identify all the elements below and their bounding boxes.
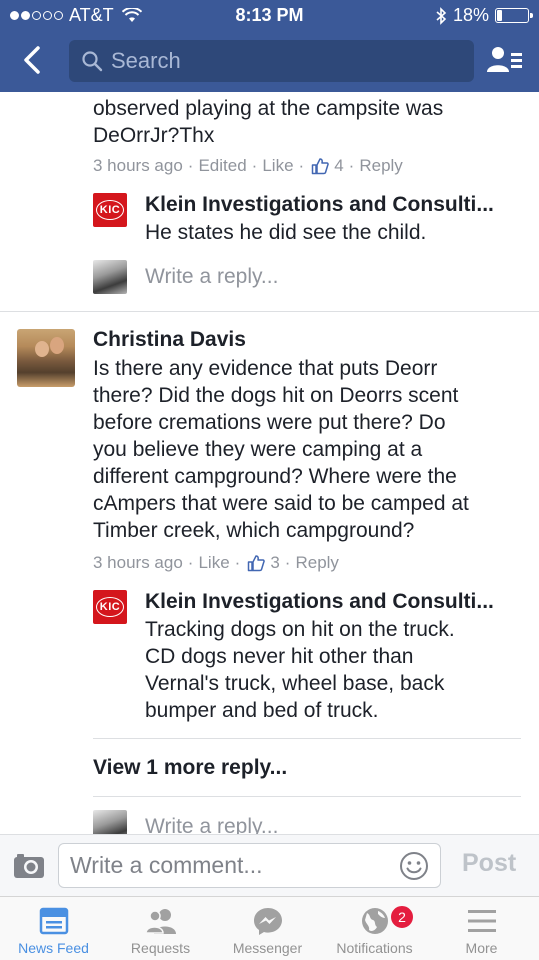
current-user-avatar	[93, 810, 127, 834]
bluetooth-icon	[436, 6, 447, 25]
battery-percent: 18%	[452, 5, 489, 25]
current-user-avatar	[93, 260, 127, 294]
top-header: AT&T 8:13 PM 18% Search	[0, 0, 539, 92]
comment-text-line: Timber creek, which campground?	[93, 519, 415, 542]
requests-icon	[144, 909, 176, 934]
news-feed-icon	[39, 907, 68, 935]
nav-row: Search	[0, 32, 539, 92]
search-placeholder: Search	[111, 48, 181, 73]
comment-text-line: before cremations were put there? Do	[93, 411, 446, 434]
page-avatar[interactable]: KIC	[93, 193, 127, 227]
reply-text: He states he did see the child.	[145, 221, 427, 244]
kic-logo: KIC	[96, 597, 124, 617]
post-button[interactable]: Post	[462, 849, 516, 878]
tab-messenger[interactable]: Messenger	[214, 897, 321, 960]
status-bar: AT&T 8:13 PM 18%	[0, 0, 539, 32]
kic-logo: KIC	[96, 200, 124, 220]
globe-icon	[361, 908, 388, 934]
thumbs-up-icon	[311, 157, 329, 175]
camera-button[interactable]	[12, 850, 46, 880]
tab-label: Notifications	[336, 940, 413, 956]
view-more-replies-link[interactable]: View 1 more reply...	[93, 756, 287, 780]
comment-composer: Post	[0, 834, 539, 896]
reply-text-line: Vernal's truck, wheel base, back	[145, 672, 445, 695]
comment-text-line: there? Did the dogs hit on Deorrs scent	[93, 384, 459, 407]
reply-divider	[93, 738, 521, 739]
menu-icon	[467, 910, 496, 932]
commenter-avatar[interactable]	[17, 329, 75, 387]
messenger-icon	[253, 908, 282, 935]
comment-divider	[0, 311, 539, 312]
notifications-badge: 2	[390, 905, 414, 929]
like-count[interactable]: 3	[270, 553, 279, 573]
tab-requests[interactable]: Requests	[107, 897, 214, 960]
reply-text-line: bumper and bed of truck.	[145, 699, 379, 722]
page-avatar[interactable]: KIC	[93, 590, 127, 624]
tab-label: More	[465, 940, 498, 956]
write-reply-field[interactable]: Write a reply...	[145, 265, 278, 289]
status-right: 18%	[436, 5, 533, 26]
reply-link[interactable]: Reply	[295, 553, 338, 573]
reply-link[interactable]: Reply	[359, 156, 402, 176]
comment-text-line: you believe they were camping at a	[93, 438, 423, 461]
friend-requests-icon	[487, 47, 522, 72]
comment-meta: 3 hours ago · Like · 3 · Reply	[93, 553, 339, 573]
tab-label: Messenger	[232, 940, 303, 956]
tab-label: Requests	[130, 940, 191, 956]
reply-text-line: DeOrrJr?Thx	[93, 124, 215, 147]
chevron-left-icon	[24, 46, 40, 74]
like-link[interactable]: Like	[198, 553, 229, 573]
comment-text-line: Is there any evidence that puts Deorr	[93, 357, 438, 380]
tab-label: News Feed	[18, 940, 89, 956]
tab-notifications[interactable]: Notifications	[321, 897, 428, 960]
bottom-tab-bar: News Feed Requests Messenger Notificatio…	[0, 896, 539, 960]
friend-requests-button[interactable]	[485, 42, 525, 78]
like-count[interactable]: 4	[334, 156, 343, 176]
tab-news-feed[interactable]: News Feed	[0, 897, 107, 960]
comment-text-line: different campground? Where were the	[93, 465, 457, 488]
reply-text-line: Tracking dogs on hit on the truck.	[145, 618, 455, 641]
reply-divider	[93, 796, 521, 797]
thumbs-up-icon	[247, 554, 266, 572]
search-icon	[82, 51, 103, 72]
timestamp: 3 hours ago	[93, 156, 183, 175]
reply-author-name[interactable]: Klein Investigations and Consulti...	[145, 590, 494, 614]
tab-more[interactable]: More	[428, 897, 535, 960]
comment-author-name[interactable]: Christina Davis	[93, 328, 246, 352]
comment-text-line: cAmpers that were said to be camped at	[93, 492, 469, 515]
like-link[interactable]: Like	[262, 156, 293, 176]
comments-thread: observed playing at the campsite was DeO…	[0, 92, 539, 834]
reply-meta: 3 hours ago · Edited · Like · 4 · Reply	[93, 156, 403, 176]
timestamp: 3 hours ago	[93, 553, 183, 572]
reply-text-line: observed playing at the campsite was	[93, 97, 444, 120]
reply-text-line: CD dogs never hit other than	[145, 645, 414, 668]
sticker-button[interactable]	[399, 851, 429, 881]
reply-author-name[interactable]: Klein Investigations and Consulti...	[145, 193, 494, 217]
back-button[interactable]	[14, 42, 50, 78]
edited-label[interactable]: Edited	[198, 156, 246, 176]
comment-input[interactable]	[58, 843, 441, 888]
write-reply-field[interactable]: Write a reply...	[145, 815, 278, 834]
search-bar[interactable]: Search	[69, 40, 474, 82]
camera-icon	[14, 854, 44, 878]
battery-icon	[495, 8, 533, 23]
smiley-icon	[400, 852, 428, 880]
